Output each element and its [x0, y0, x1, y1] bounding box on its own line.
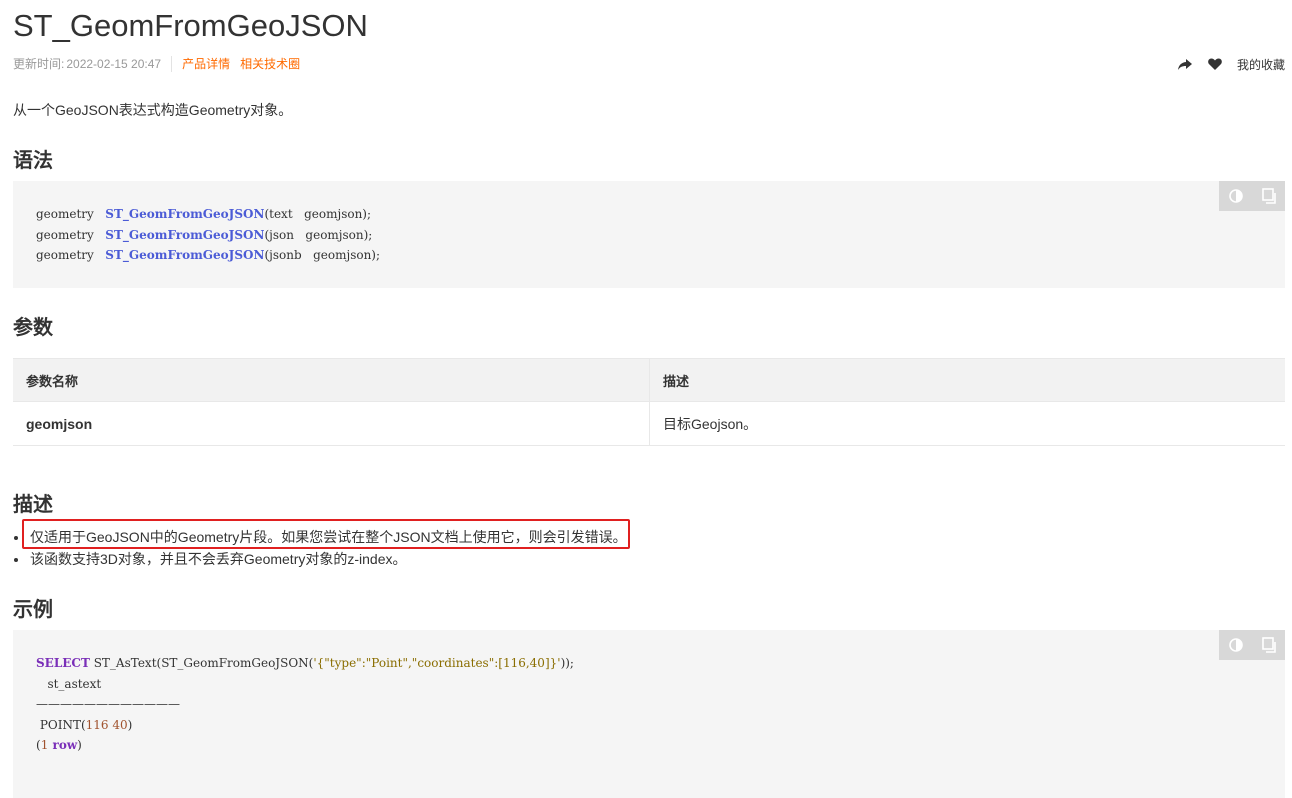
result-column-header: st_astext [36, 676, 102, 691]
row-count-close: ) [77, 738, 82, 752]
result-suffix: ) [127, 717, 133, 732]
updated-label: 更新时间: [13, 57, 65, 71]
result-prefix: POINT( [36, 717, 86, 732]
meta-bar: 更新时间: 2022-02-15 20:47 产品详情 相关技术圈 [13, 56, 310, 72]
function-args: (json geomjson); [264, 227, 373, 242]
my-favorites-link[interactable]: 我的收藏 [1237, 56, 1285, 73]
code-toolbar [1219, 630, 1285, 660]
query-end: )); [560, 656, 574, 670]
row-count-word: row [48, 738, 78, 752]
syntax-code-block: geometry ST_GeomFromGeoJSON(text geomjso… [13, 181, 1285, 288]
function-args: (jsonb geomjson); [264, 248, 381, 262]
column-header-desc: 描述 [649, 358, 1285, 402]
result-row: POINT(116 40) [36, 717, 133, 732]
table-header-row: 参数名称 描述 [13, 358, 1285, 402]
description-list: 仅适用于GeoJSON中的Geometry片段。如果您尝试在整个JSON文档上使… [13, 526, 627, 570]
copy-icon[interactable] [1260, 636, 1278, 654]
heart-icon[interactable] [1207, 56, 1223, 72]
doc-page: ST_GeomFromGeoJSON 更新时间: 2022-02-15 20:4… [0, 0, 1292, 798]
page-title: ST_GeomFromGeoJSON [13, 8, 368, 43]
result-separator: ———————————— [36, 697, 180, 711]
return-type: geometry [36, 248, 94, 262]
return-type: geometry [36, 227, 94, 242]
description-heading: 描述 [13, 494, 53, 516]
syntax-heading: 语法 [13, 150, 53, 172]
list-item: 仅适用于GeoJSON中的Geometry片段。如果您尝试在整个JSON文档上使… [13, 526, 627, 548]
params-table: 参数名称 描述 geomjson 目标Geojson。 [13, 358, 1285, 446]
copy-icon[interactable] [1260, 187, 1278, 205]
param-name-cell: geomjson [13, 401, 650, 446]
intro-text: 从一个GeoJSON表达式构造Geometry对象。 [13, 102, 293, 118]
function-args: (text geomjson); [264, 207, 372, 221]
function-name: ST_GeomFromGeoJSON [105, 227, 265, 242]
row-count: (1 row) [36, 738, 82, 752]
theme-toggle-icon[interactable] [1227, 187, 1245, 205]
params-heading: 参数 [13, 317, 53, 339]
code-line: geometry ST_GeomFromGeoJSON(text geomjso… [36, 207, 371, 221]
table-row: geomjson 目标Geojson。 [13, 401, 1285, 446]
meta-divider [171, 56, 173, 72]
updated-date: 2022-02-15 20:47 [66, 57, 162, 71]
theme-toggle-icon[interactable] [1227, 636, 1245, 654]
query-text: ST_AsText(ST_GeomFromGeoJSON( [89, 656, 314, 670]
code-line: geometry ST_GeomFromGeoJSON(jsonb geomjs… [36, 248, 380, 262]
function-name: ST_GeomFromGeoJSON [105, 207, 265, 221]
example-code: SELECT ST_AsText(ST_GeomFromGeoJSON('{"t… [36, 653, 574, 756]
code-line: geometry ST_GeomFromGeoJSON(json geomjso… [36, 228, 372, 242]
example-heading: 示例 [13, 599, 53, 621]
function-name: ST_GeomFromGeoJSON [105, 248, 265, 262]
product-detail-link[interactable]: 产品详情 [182, 56, 230, 72]
sql-keyword: SELECT [36, 656, 90, 670]
list-item: 该函数支持3D对象，并且不会丢弃Geometry对象的z-index。 [13, 548, 627, 570]
result-value: 116 40 [85, 717, 128, 732]
share-icon[interactable] [1177, 56, 1193, 72]
query-string: '{"type":"Point","coordinates":[116,40]}… [313, 656, 561, 670]
syntax-code: geometry ST_GeomFromGeoJSON(text geomjso… [36, 204, 380, 266]
example-code-block: SELECT ST_AsText(ST_GeomFromGeoJSON('{"t… [13, 630, 1285, 798]
column-header-name: 参数名称 [13, 358, 650, 402]
page-actions: 我的收藏 [1177, 56, 1285, 72]
return-type: geometry [36, 207, 94, 221]
tech-circle-link[interactable]: 相关技术圈 [240, 56, 300, 72]
param-desc-cell: 目标Geojson。 [649, 401, 1285, 446]
code-toolbar [1219, 181, 1285, 211]
